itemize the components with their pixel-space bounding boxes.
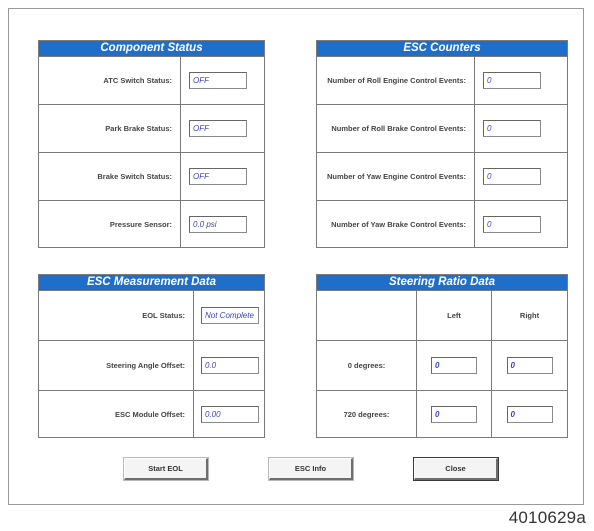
park-brake-field[interactable]: OFF	[189, 120, 247, 137]
brake-switch-field[interactable]: OFF	[189, 168, 247, 185]
zero-degrees-label: 0 degrees:	[317, 341, 417, 391]
close-button[interactable]: Close	[414, 458, 498, 480]
zero-degrees-right-field[interactable]: 0	[506, 357, 553, 374]
roll-engine-field[interactable]: 0	[483, 72, 541, 89]
park-brake-label: Park Brake Status:	[39, 105, 181, 152]
seven-twenty-right-field[interactable]: 0	[506, 406, 553, 423]
steering-ratio-panel: Steering Ratio Data Left Right 0 degrees…	[316, 274, 568, 438]
component-status-panel: Component Status ATC Switch Status: OFF …	[38, 40, 265, 248]
brake-switch-row: Brake Switch Status: OFF	[39, 153, 264, 201]
right-column-header: Right	[492, 291, 567, 341]
seven-twenty-left-field[interactable]: 0	[431, 406, 477, 423]
esc-measurement-title: ESC Measurement Data	[39, 275, 264, 291]
yaw-engine-field[interactable]: 0	[483, 168, 541, 185]
seven-twenty-degrees-label: 720 degrees:	[317, 391, 417, 438]
yaw-engine-row: Number of Yaw Engine Control Events: 0	[317, 153, 567, 201]
esc-module-offset-row: ESC Module Offset: 0.00	[39, 391, 264, 438]
atc-switch-label: ATC Switch Status:	[39, 57, 181, 104]
esc-module-offset-field[interactable]: 0.00	[201, 406, 259, 423]
start-eol-button[interactable]: Start EOL	[124, 458, 208, 480]
steering-angle-offset-row: Steering Angle Offset: 0.0	[39, 341, 264, 391]
roll-brake-field[interactable]: 0	[483, 120, 541, 137]
roll-brake-label: Number of Roll Brake Control Events:	[317, 105, 475, 152]
esc-counters-panel: ESC Counters Number of Roll Engine Contr…	[316, 40, 568, 248]
eol-status-label: EOL Status:	[39, 291, 194, 340]
yaw-brake-field[interactable]: 0	[483, 215, 541, 233]
eol-status-field[interactable]: Not Complete	[201, 307, 259, 324]
atc-switch-field[interactable]: OFF	[189, 72, 247, 89]
park-brake-row: Park Brake Status: OFF	[39, 105, 264, 153]
component-status-title: Component Status	[39, 41, 264, 57]
figure-id: 4010629a	[508, 508, 586, 527]
esc-counters-title: ESC Counters	[317, 41, 567, 57]
steering-angle-offset-field[interactable]: 0.0	[201, 357, 259, 374]
esc-measurement-panel: ESC Measurement Data EOL Status: Not Com…	[38, 274, 265, 438]
esc-module-offset-label: ESC Module Offset:	[39, 391, 194, 438]
yaw-brake-row: Number of Yaw Brake Control Events: 0	[317, 201, 567, 247]
yaw-engine-label: Number of Yaw Engine Control Events:	[317, 153, 475, 200]
zero-degrees-left-field[interactable]: 0	[431, 357, 477, 374]
roll-engine-row: Number of Roll Engine Control Events: 0	[317, 57, 567, 105]
left-column-header: Left	[417, 291, 492, 341]
roll-brake-row: Number of Roll Brake Control Events: 0	[317, 105, 567, 153]
brake-switch-label: Brake Switch Status:	[39, 153, 181, 200]
steering-ratio-corner	[317, 291, 417, 341]
pressure-sensor-field[interactable]: 0.0 psi	[189, 215, 247, 233]
esc-info-button[interactable]: ESC Info	[269, 458, 353, 480]
atc-switch-row: ATC Switch Status: OFF	[39, 57, 264, 105]
yaw-brake-label: Number of Yaw Brake Control Events:	[317, 201, 475, 247]
eol-status-row: EOL Status: Not Complete	[39, 291, 264, 341]
roll-engine-label: Number of Roll Engine Control Events:	[317, 57, 475, 104]
steering-ratio-title: Steering Ratio Data	[317, 275, 567, 291]
pressure-sensor-label: Pressure Sensor:	[39, 201, 181, 247]
pressure-sensor-row: Pressure Sensor: 0.0 psi	[39, 201, 264, 247]
steering-angle-offset-label: Steering Angle Offset:	[39, 341, 194, 390]
